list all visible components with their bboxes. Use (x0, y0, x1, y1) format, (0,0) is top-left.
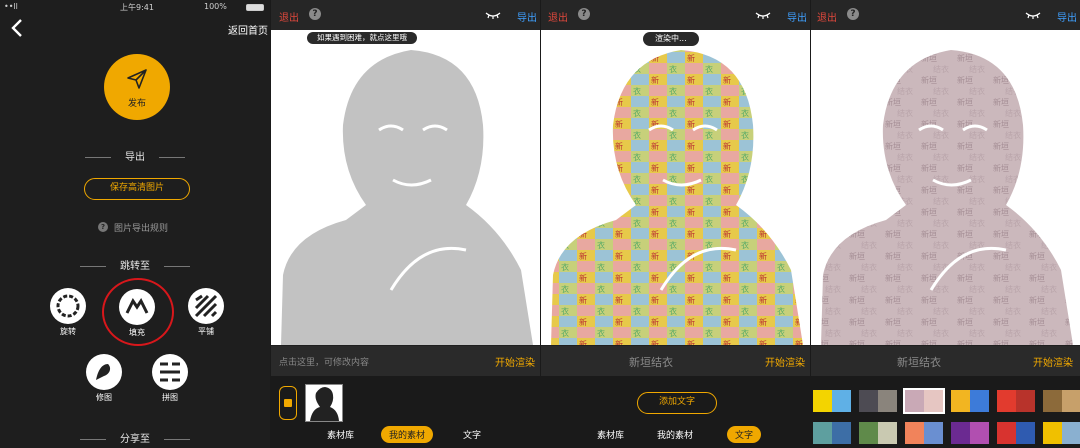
exit-button[interactable]: 退出 (548, 9, 568, 24)
publish-button[interactable]: 发布 (104, 54, 170, 120)
text-input-bar[interactable]: 新垣结衣 开始渲染 (541, 346, 810, 376)
render-text-value: 新垣结衣 (629, 356, 673, 369)
tab-material-library[interactable]: 素材库 (589, 426, 632, 443)
jump-item-label: 旋转 (60, 327, 76, 336)
text-edit-hint: 点击这里，可修改内容 (279, 358, 370, 368)
rotate-button[interactable] (50, 288, 86, 324)
export-button[interactable]: 导出 (787, 9, 807, 24)
photo-canvas[interactable] (271, 30, 540, 345)
collage-button[interactable] (152, 354, 188, 390)
color-swatch[interactable] (997, 422, 1035, 444)
save-hd-image-button[interactable]: 保存高清图片 (84, 178, 190, 200)
text-tray: 添加文字 素材库 我的素材 文字 (541, 376, 810, 448)
portrait-silhouette (281, 50, 533, 345)
exit-button[interactable]: 退出 (279, 9, 299, 24)
carrier-signal: ••ll (4, 2, 18, 11)
battery-percent: 100% (204, 2, 227, 11)
fill-icon (125, 298, 149, 314)
editor-panel-2: 退出 ? 导出 新 衣 渲染中... 新垣结衣 开始渲染 添加文字 素材库 (541, 0, 810, 448)
color-swatch[interactable] (905, 422, 943, 444)
start-render-button[interactable]: 开始渲染 (1033, 354, 1073, 369)
eye-closed-icon[interactable] (755, 11, 771, 19)
rendering-status-bubble: 渲染中... (643, 32, 699, 46)
color-swatch[interactable] (813, 390, 851, 412)
back-arrow-icon[interactable] (10, 18, 24, 42)
tab-my-materials[interactable]: 我的素材 (381, 426, 434, 443)
jump-item-label: 填充 (129, 328, 145, 337)
export-button[interactable]: 导出 (1057, 9, 1077, 24)
tile-button[interactable] (188, 288, 224, 324)
jump-item-label: 拼图 (162, 393, 178, 402)
export-rules-link[interactable]: 图片导出规则 (114, 221, 168, 234)
share-section-title: 分享至 (0, 430, 270, 445)
retouch-icon (96, 364, 111, 380)
recolored-text-portrait: 新垣 结衣 (821, 50, 1073, 345)
retouch-button[interactable] (86, 354, 122, 390)
paper-plane-icon (127, 69, 147, 89)
battery-icon (246, 4, 264, 11)
color-swatch[interactable] (813, 422, 851, 444)
export-button[interactable]: 导出 (517, 9, 537, 24)
tab-text[interactable]: 文字 (727, 426, 762, 443)
export-section-title: 导出 (0, 148, 270, 163)
editor-panel-3: 退出 ? 导出 新垣 结衣 新垣结衣 开始渲染 (811, 0, 1080, 448)
status-time: 上午9:41 (120, 3, 154, 12)
color-palette (811, 376, 1080, 448)
rendered-text-portrait: 新 衣 (551, 50, 803, 345)
start-render-button[interactable]: 开始渲染 (765, 354, 805, 369)
help-tooltip: 如果遇到困难，就点这里哦 (307, 32, 417, 44)
text-input-bar[interactable]: 点击这里，可修改内容 开始渲染 (271, 346, 540, 376)
photo-canvas[interactable]: 新垣 结衣 (811, 30, 1080, 345)
text-input-bar[interactable]: 新垣结衣 开始渲染 (811, 346, 1080, 376)
color-swatch[interactable] (951, 422, 989, 444)
color-swatch[interactable] (951, 390, 989, 412)
top-toolbar: 退出 ? 导出 (811, 0, 1080, 30)
collage-icon (160, 362, 180, 382)
help-icon[interactable]: ? (98, 222, 108, 232)
color-swatch[interactable] (859, 390, 897, 412)
help-icon[interactable]: ? (847, 8, 859, 20)
color-swatch[interactable] (1043, 390, 1080, 412)
add-material-button[interactable] (279, 386, 297, 420)
color-swatch[interactable] (997, 390, 1035, 412)
color-swatch[interactable] (859, 422, 897, 444)
help-icon[interactable]: ? (578, 8, 590, 20)
jump-section-title: 跳转至 (0, 257, 270, 272)
help-icon[interactable]: ? (309, 8, 321, 20)
layer-icon (284, 399, 292, 407)
rotate-icon (56, 294, 80, 318)
eye-closed-icon[interactable] (1025, 11, 1041, 19)
render-text-value: 新垣结衣 (897, 356, 941, 369)
portrait-thumbnail-icon (310, 387, 339, 421)
share-panel: ••ll 上午9:41 100% 返回首页 发布 导出 保存高清图片 ? 图片导… (0, 0, 270, 448)
jump-item-label: 平铺 (198, 327, 214, 336)
photo-canvas[interactable]: 新 衣 (541, 30, 810, 345)
tab-material-library[interactable]: 素材库 (319, 426, 362, 443)
tab-text[interactable]: 文字 (455, 426, 489, 443)
tile-icon (194, 294, 218, 318)
fill-button[interactable] (119, 289, 155, 325)
tab-my-materials[interactable]: 我的素材 (649, 426, 701, 443)
material-thumbnail[interactable] (305, 384, 343, 422)
eye-closed-icon[interactable] (485, 11, 501, 19)
color-swatch[interactable] (1043, 422, 1080, 444)
top-toolbar: 退出 ? 导出 (271, 0, 540, 30)
top-toolbar: 退出 ? 导出 (541, 0, 810, 30)
jump-item-label: 修图 (96, 393, 112, 402)
color-swatch[interactable] (903, 388, 945, 414)
add-text-button[interactable]: 添加文字 (637, 392, 717, 414)
back-home-link[interactable]: 返回首页 (228, 22, 268, 37)
publish-label: 发布 (127, 99, 146, 109)
exit-button[interactable]: 退出 (817, 9, 837, 24)
editor-panel-1: 退出 ? 导出 如果遇到困难，就点这里哦 点击这里，可修改内容 开始渲染 素材库… (271, 0, 540, 448)
start-render-button[interactable]: 开始渲染 (495, 354, 535, 369)
material-tray: 素材库 我的素材 文字 (271, 376, 540, 448)
